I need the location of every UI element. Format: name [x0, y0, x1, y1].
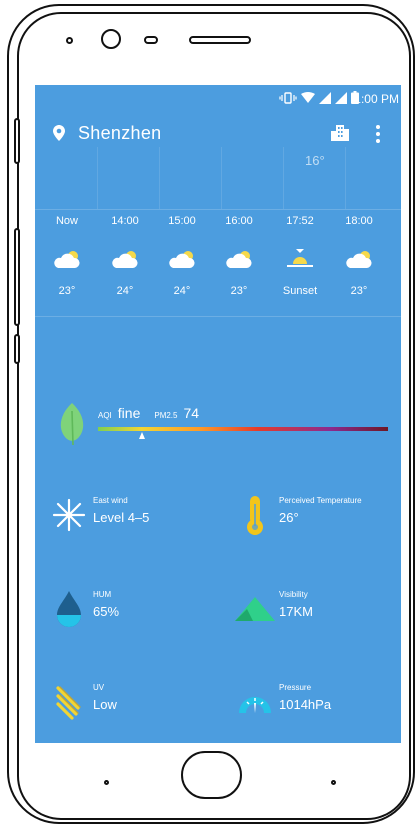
hourly-item: 17:52 Sunset: [275, 213, 325, 297]
city-manage-icon[interactable]: [331, 125, 349, 141]
hour-temp: 23°: [350, 285, 368, 297]
hour-time: Now: [55, 215, 78, 227]
uv-tile: UV Low: [49, 677, 229, 737]
wifi-icon: [301, 91, 315, 103]
pm25-value: 74: [183, 405, 200, 421]
hour-temp: 24°: [116, 285, 134, 297]
sunset-icon: [287, 249, 313, 267]
volume-button: [14, 228, 20, 326]
divider: [35, 209, 401, 210]
hour-temp: 23°: [58, 285, 76, 297]
hour-temp: Sunset: [282, 285, 318, 297]
visibility-label: Visibility: [279, 590, 308, 599]
location-pin-icon: [53, 125, 65, 141]
earpiece-speaker: [189, 36, 251, 44]
front-camera: [101, 29, 121, 49]
status-bar: 1:00 PM: [35, 85, 401, 111]
visibility-tile: Visibility 17KM: [235, 584, 401, 644]
pressure-tile: Pressure 1014hPa: [235, 677, 401, 737]
hourly-item: Now 23°: [42, 213, 92, 297]
hour-time: 17:52: [286, 215, 314, 227]
pressure-value: 1014hPa: [279, 697, 332, 712]
hour-time: 18:00: [345, 215, 373, 227]
weather-screen: 1:00 PM Shenzhen 16° Now 23° 14:00 24° 1…: [35, 85, 401, 743]
humidity-tile: HUM 65%: [49, 584, 229, 644]
hourly-item: 18:00 23°: [334, 213, 384, 297]
water-drop-icon: [57, 591, 81, 627]
signal-icon: [319, 91, 331, 104]
recents-key[interactable]: [331, 780, 336, 785]
uv-icon: [56, 686, 81, 720]
visibility-value: 17KM: [279, 604, 313, 619]
wind-label: East wind: [93, 496, 128, 505]
hour-time: 15:00: [168, 215, 196, 227]
pressure-label: Pressure: [279, 683, 312, 692]
temperature-trend: 16°: [35, 147, 401, 209]
hour-time: 16:00: [225, 215, 253, 227]
hourly-item: 15:00 24°: [157, 213, 207, 297]
side-button: [14, 118, 20, 164]
perceived-temp-value: 26°: [279, 510, 299, 525]
signal-icon: [335, 91, 347, 104]
partly-cloudy-icon: [169, 251, 195, 268]
hourly-item: 16:00 23°: [214, 213, 264, 297]
aqi-scale-bar: [98, 427, 388, 431]
aqi-section[interactable]: AQI fine PM2.5 74: [35, 395, 401, 455]
wind-tile: East wind Level 4–5: [49, 490, 229, 550]
humidity-value: 65%: [93, 604, 120, 619]
divider: [35, 316, 401, 317]
hour-temp: 24°: [173, 285, 191, 297]
thermometer-icon: [247, 496, 263, 535]
uv-value: Low: [93, 697, 117, 712]
partly-cloudy-icon: [226, 251, 252, 268]
humidity-label: HUM: [93, 590, 112, 599]
trend-temp-label: 16°: [305, 153, 325, 168]
home-button[interactable]: [181, 751, 242, 799]
sensor-dot: [66, 37, 73, 44]
wind-icon: [52, 498, 86, 532]
hourly-forecast[interactable]: Now 23° 14:00 24° 15:00 24° 16:00 23° 17…: [35, 213, 401, 315]
aqi-quality: fine: [117, 405, 141, 421]
uv-label: UV: [93, 683, 105, 692]
sensor-slot: [144, 36, 158, 44]
pm25-label: PM2.5: [154, 411, 178, 420]
status-time: 1:00 PM: [354, 92, 399, 106]
perceived-temp-tile: Perceived Temperature 26°: [235, 490, 401, 550]
mountain-icon: [235, 597, 275, 621]
city-name[interactable]: Shenzhen: [78, 123, 161, 144]
side-button: [14, 334, 20, 364]
partly-cloudy-icon: [112, 251, 138, 268]
vibrate-icon: [279, 91, 297, 104]
aqi-label: AQI: [98, 411, 112, 420]
hour-time: 14:00: [111, 215, 139, 227]
partly-cloudy-icon: [346, 251, 372, 268]
more-options-icon[interactable]: [375, 125, 381, 145]
pressure-gauge-icon: [239, 697, 271, 713]
hour-temp: 23°: [230, 285, 248, 297]
back-key[interactable]: [104, 780, 109, 785]
aqi-level-marker: [138, 432, 145, 439]
perceived-temp-label: Perceived Temperature: [279, 496, 362, 505]
leaf-icon: [60, 403, 84, 446]
partly-cloudy-icon: [54, 251, 80, 268]
wind-value: Level 4–5: [93, 510, 150, 525]
hourly-item: 14:00 24°: [100, 213, 150, 297]
